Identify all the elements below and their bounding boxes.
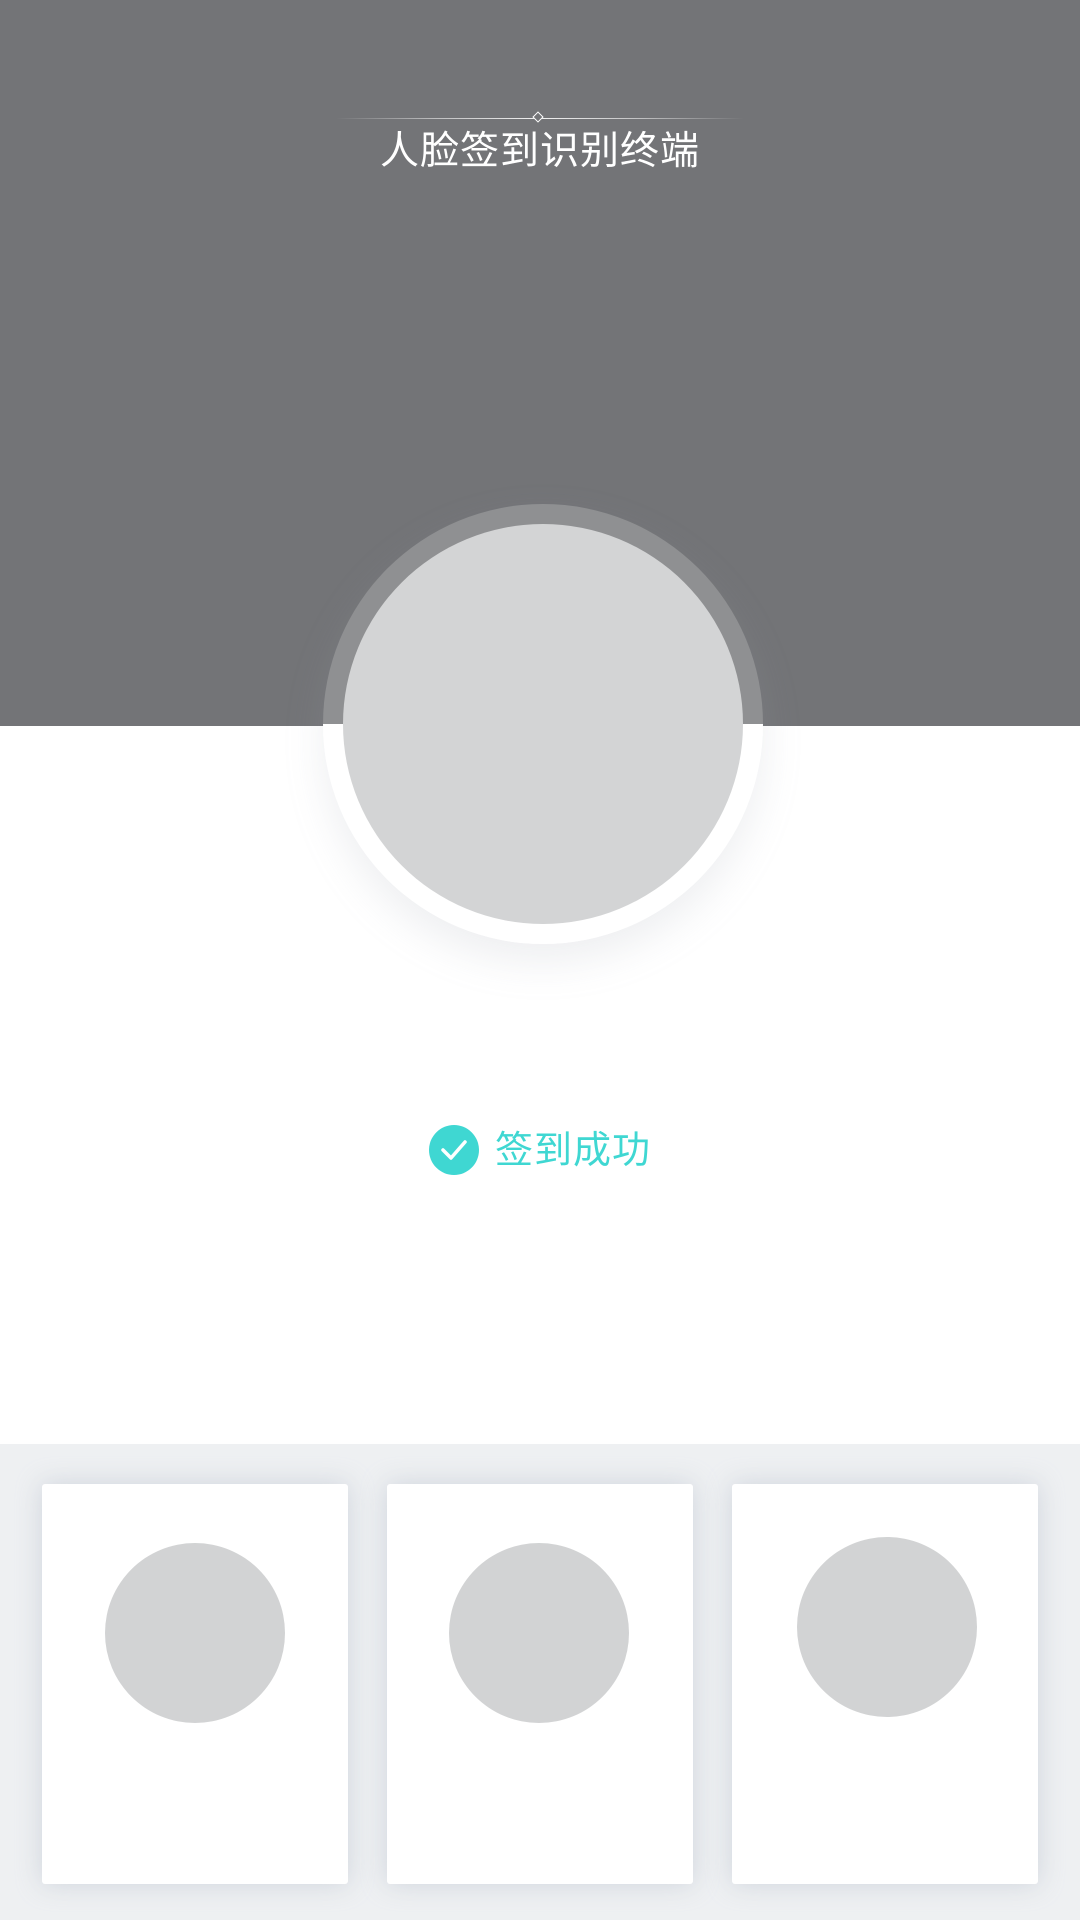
- check-circle-icon: [428, 1125, 479, 1175]
- avatar: [797, 1537, 977, 1717]
- checkin-card: [387, 1484, 693, 1884]
- title-decoration-diamond-icon: [532, 111, 544, 123]
- checkin-card: [42, 1484, 348, 1884]
- face-capture-area: [343, 524, 743, 924]
- avatar: [105, 1543, 285, 1723]
- page-title: 人脸签到识别终端: [379, 129, 700, 174]
- status-text: 签到成功: [494, 1128, 651, 1172]
- avatar: [449, 1543, 629, 1723]
- face-capture-ring: [323, 504, 763, 944]
- checkin-card: [732, 1484, 1038, 1884]
- checkin-status: 签到成功: [0, 1124, 1080, 1176]
- recent-checkins-panel: [0, 1444, 1080, 1920]
